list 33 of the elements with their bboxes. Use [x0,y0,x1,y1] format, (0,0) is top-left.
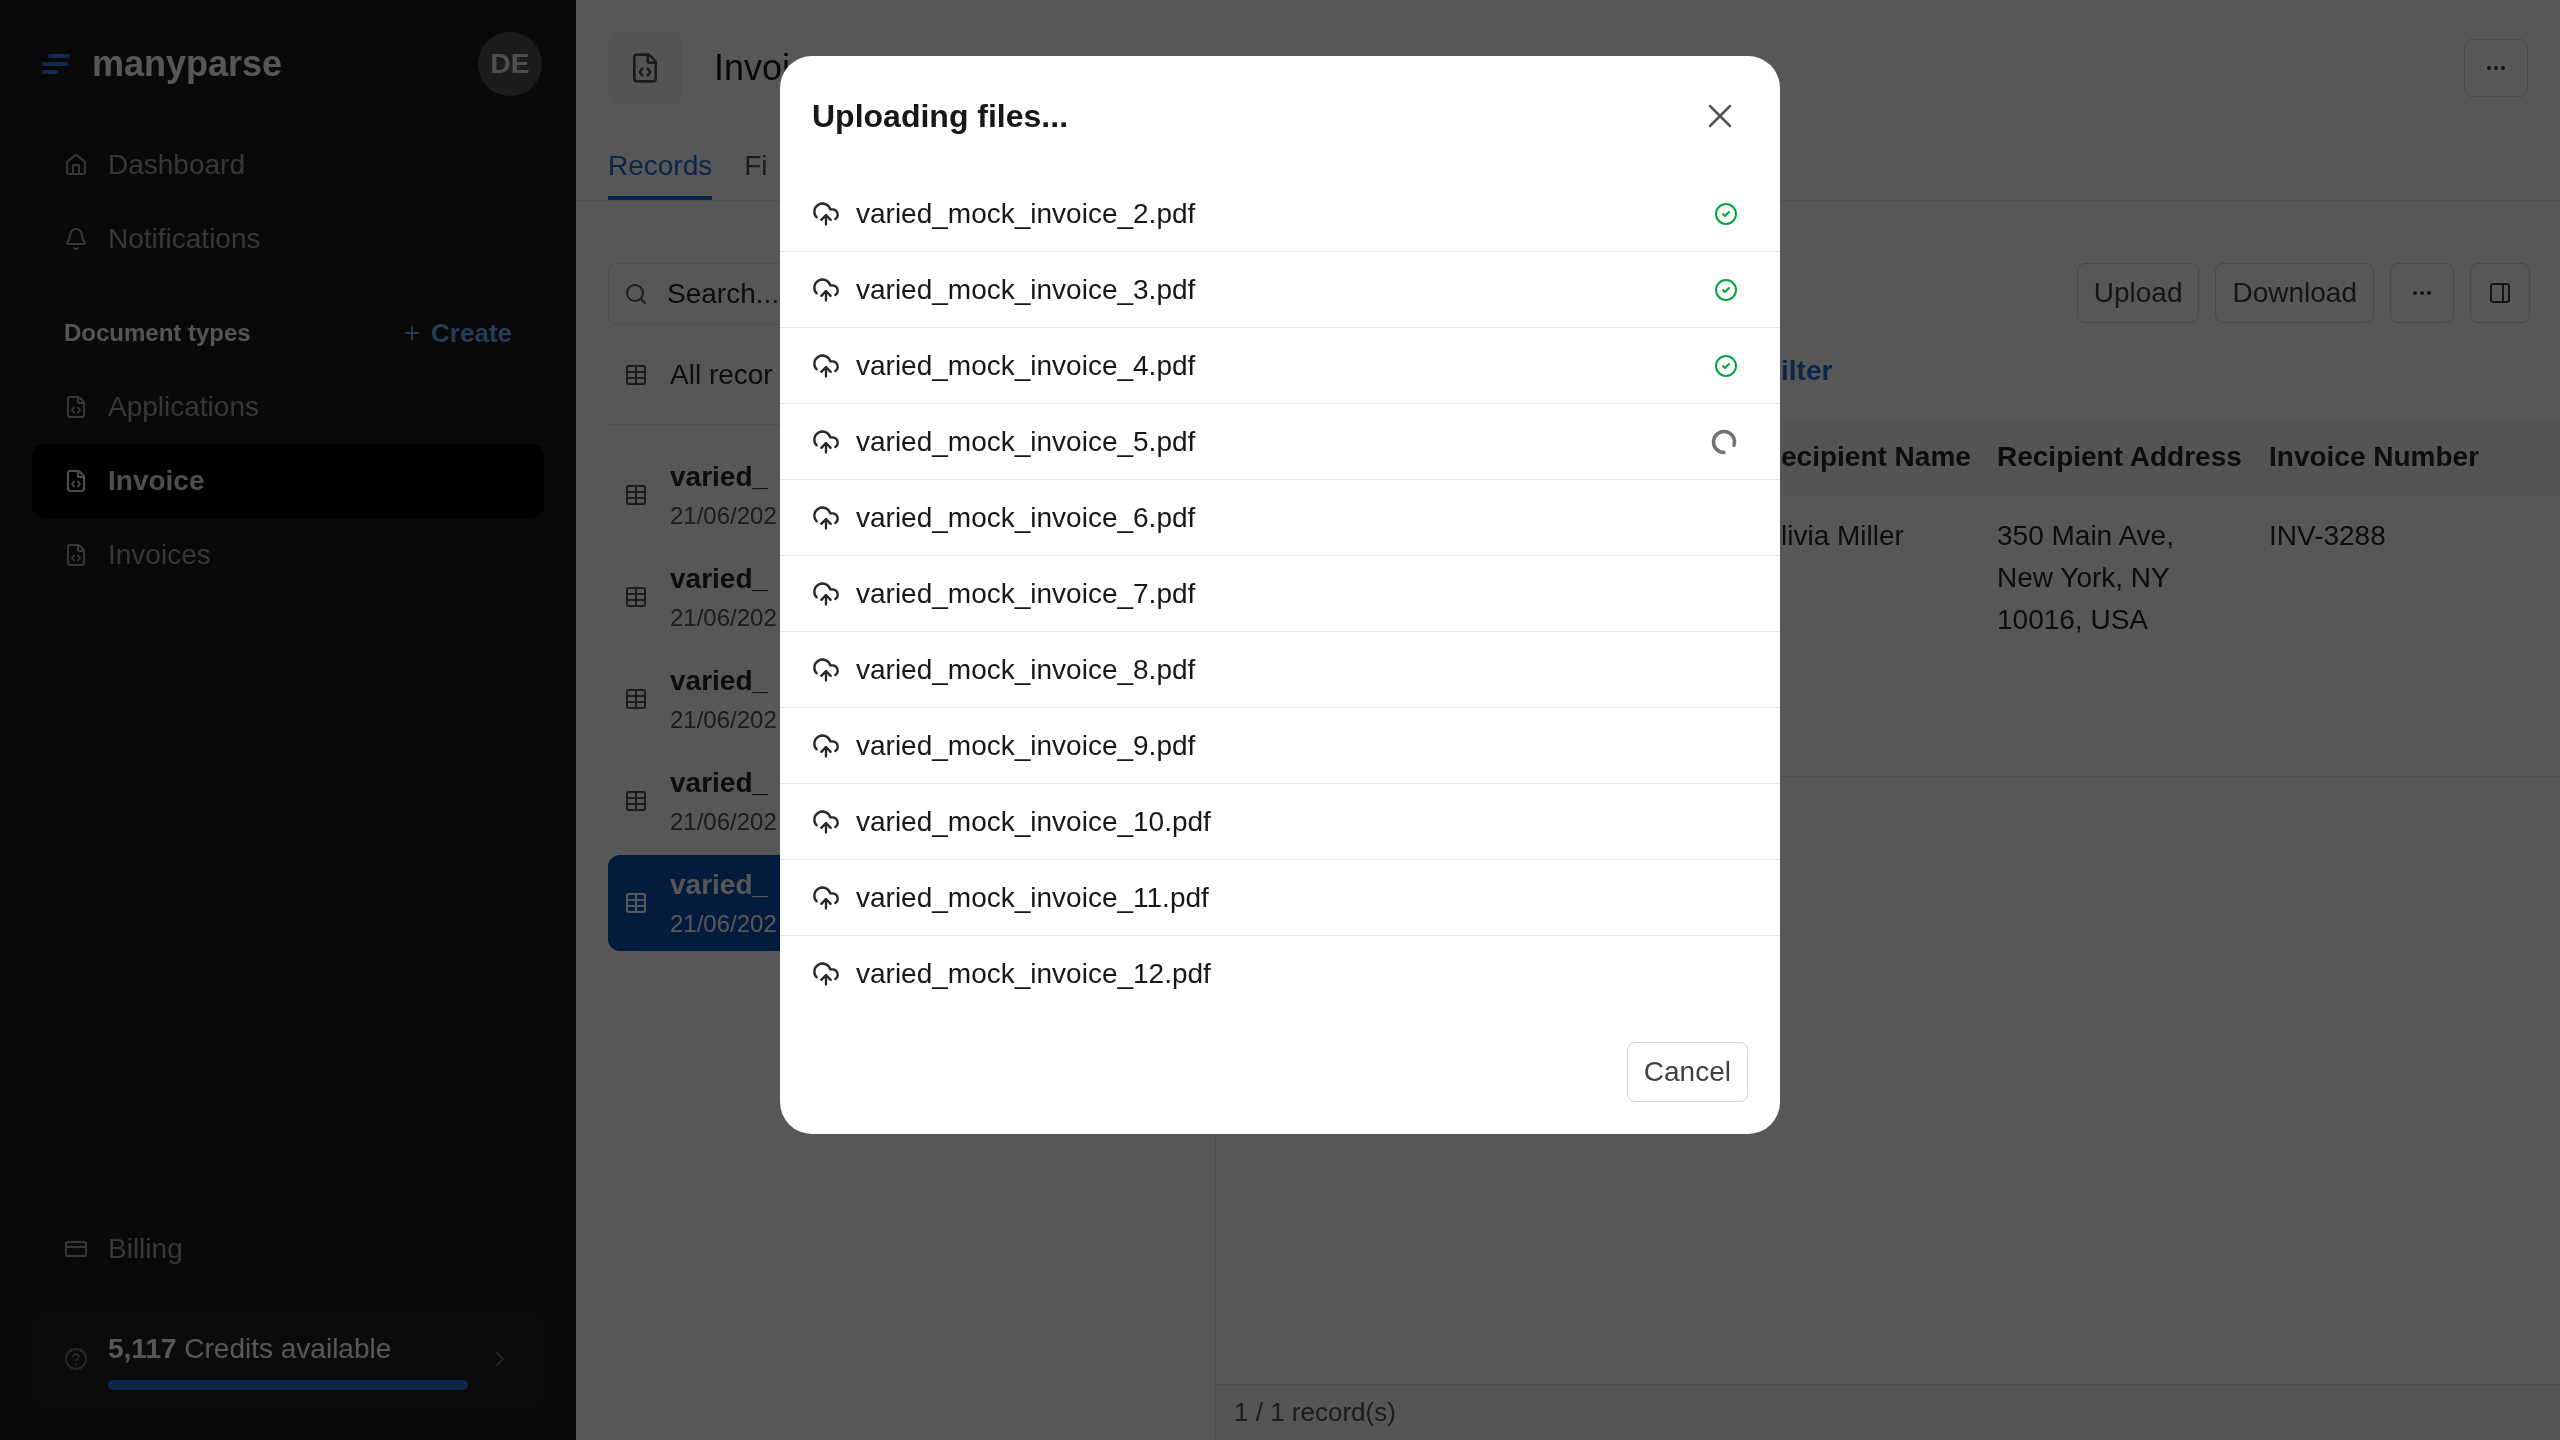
app-name: manyparse [92,42,283,86]
file-name: varied_mock_invoice_10.pdf [856,804,1211,839]
record-date: 21/06/202 [670,501,777,531]
file-name: varied_mock_invoice_8.pdf [856,652,1196,687]
file-name: varied_mock_invoice_7.pdf [856,576,1196,611]
column-header: Recipient Address [1997,440,2243,474]
file-name: varied_mock_invoice_5.pdf [856,424,1196,459]
table-cell: 350 Main Ave, New York, NY 10016, USA [1997,520,2174,635]
record-name: varied_ [670,766,770,800]
record-date: 21/06/202 [670,807,777,837]
file-name: varied_mock_invoice_4.pdf [856,348,1196,383]
record-name: varied_ [670,868,770,902]
file-name: varied_mock_invoice_9.pdf [856,728,1196,763]
file-name: varied_mock_invoice_2.pdf [856,196,1196,231]
record-name: varied_ [670,460,770,494]
file-name: varied_mock_invoice_3.pdf [856,272,1196,307]
file-name: varied_mock_invoice_12.pdf [856,957,1211,991]
record-date: 21/06/202 [670,603,777,633]
dialog-title: Uploading files... [812,97,1068,136]
file-name: varied_mock_invoice_11.pdf [856,880,1209,915]
record-name: varied_ [670,562,770,596]
table-cell: livia Miller [1781,520,1904,551]
file-name: varied_mock_invoice_6.pdf [856,500,1196,535]
record-date: 21/06/202 [670,705,777,735]
all-records-label: All recor [670,357,773,392]
credits-text: 5,117 Credits available [108,1332,393,1366]
record-count: 1 / 1 record(s) [1234,1396,1396,1429]
record-name: varied_ [670,664,770,698]
column-header: Invoice Number [2269,440,2481,474]
section-heading: Document types [64,318,251,348]
record-date: 21/06/202 [670,909,777,939]
table-cell: INV-3288 [2269,520,2386,551]
column-header: ecipient Name [1781,440,1972,474]
